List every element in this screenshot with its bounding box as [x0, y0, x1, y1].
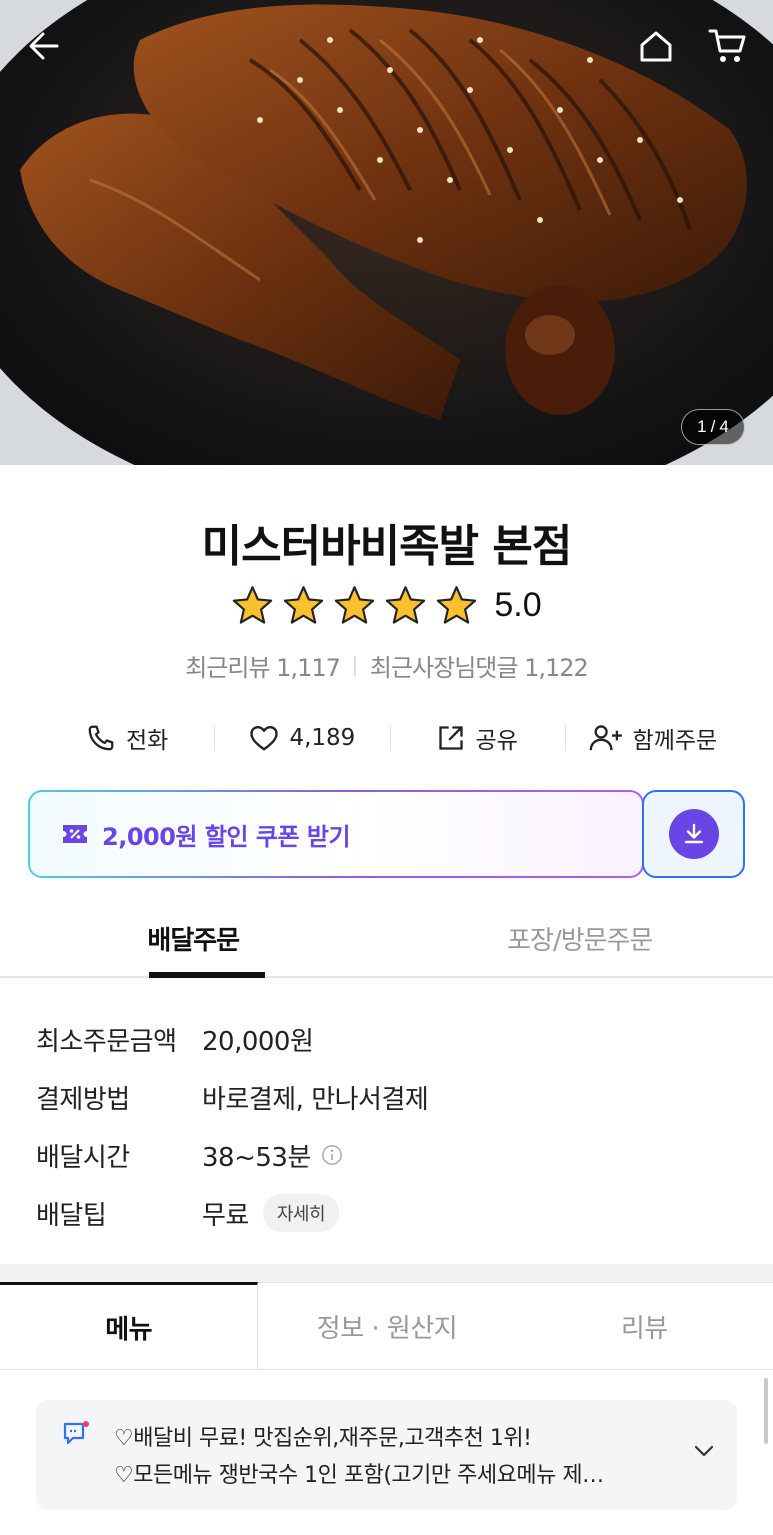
star-icon: [437, 586, 477, 624]
divider: [353, 655, 356, 676]
cart-button[interactable]: [704, 22, 752, 70]
chevron-down-icon[interactable]: [693, 1444, 715, 1458]
delivery-tip-label: 배달팁: [36, 1200, 107, 1231]
info-icon[interactable]: [321, 1144, 343, 1166]
home-button[interactable]: [632, 22, 680, 70]
payment-row: 결제방법 바로결제, 만나서결제: [36, 1068, 736, 1126]
share-icon: [439, 726, 464, 750]
tab-delivery-order-label: 배달주문: [147, 926, 240, 956]
notice-speech-icon: [63, 1421, 89, 1445]
delivery-tip-row: 배달팁 무료 자세히: [36, 1184, 736, 1242]
coupon-download-button[interactable]: [642, 790, 745, 878]
group-order-button[interactable]: 함께주문: [566, 721, 740, 755]
delivery-info: 최소주문금액 20,000원 결제방법 바로결제, 만나서결제 배달시간 38~…: [36, 1010, 736, 1242]
call-label: 전화: [125, 728, 169, 754]
coupon-icon: [63, 825, 87, 843]
payment-value: 바로결제, 만나서결제: [202, 1084, 429, 1115]
page-total: 4: [719, 417, 729, 436]
share-label: 공유: [475, 728, 518, 754]
delivery-tip-detail-button[interactable]: 자세히: [262, 1194, 340, 1232]
coupon-banner[interactable]: 2,000원 할인 쿠폰 받기: [28, 790, 644, 878]
delivery-time-label: 배달시간: [36, 1142, 130, 1173]
order-type-tabs: 배달주문 포장/방문주문: [0, 906, 773, 978]
call-button[interactable]: 전화: [40, 721, 214, 755]
active-tab-indicator: [149, 972, 265, 978]
heart-icon: [250, 725, 279, 751]
star-icon: [284, 586, 324, 624]
notice-line-1: ♡배달비 무료! 맛집순위,재주문,고객추천 1위!: [114, 1426, 532, 1451]
store-hero-image[interactable]: 1 / 4: [0, 0, 773, 465]
page-separator: /: [710, 417, 716, 436]
notice-line-2: ♡모든메뉴 쟁반국수 1인 포함(고기만 주세요메뉴 제…: [114, 1463, 604, 1488]
store-name: 미스터바비족발 본점: [201, 521, 573, 572]
tab-pickup-order[interactable]: 포장/방문주문: [387, 906, 773, 976]
recent-review-count: 최근리뷰 1,117: [185, 654, 341, 682]
notice-text: ♡배달비 무료! 맛집순위,재주문,고객추천 1위! ♡모든메뉴 쟁반국수 1인…: [114, 1420, 674, 1494]
star-icon: [335, 586, 375, 624]
owner-reply-count: 최근사장님댓글 1,122: [369, 654, 589, 682]
review-stats[interactable]: 최근리뷰 1,117 최근사장님댓글 1,122: [0, 648, 773, 683]
coupon-label: 2,000원 할인 쿠폰 받기: [102, 822, 351, 851]
phone-icon: [88, 725, 114, 751]
scrollbar[interactable]: [764, 1378, 768, 1444]
image-page-counter: 1 / 4: [681, 409, 745, 445]
payment-label: 결제방법: [36, 1084, 130, 1115]
delivery-tip-value-wrap: 무료 자세히: [202, 1194, 340, 1232]
tab-menu[interactable]: 메뉴: [0, 1282, 259, 1369]
arrow-left-icon: [29, 32, 59, 60]
like-count: 4,189: [289, 725, 356, 751]
download-circle: [668, 809, 719, 859]
content-tabs: 메뉴 정보 · 원산지 리뷰: [0, 1282, 773, 1370]
store-notice[interactable]: ♡배달비 무료! 맛집순위,재주문,고객추천 1위! ♡모든메뉴 쟁반국수 1인…: [36, 1400, 737, 1510]
cart-icon: [708, 29, 746, 62]
page-current: 1: [697, 417, 707, 436]
min-order-label: 최소주문금액: [36, 1026, 177, 1057]
share-button[interactable]: 공유: [391, 721, 565, 755]
delivery-tip-value: 무료: [202, 1200, 249, 1231]
star-icon: [233, 586, 273, 624]
back-button[interactable]: [20, 22, 68, 70]
home-icon: [640, 31, 672, 62]
download-icon: [684, 823, 703, 844]
min-order-value: 20,000원: [202, 1026, 314, 1057]
delivery-time-value: 38~53분: [202, 1142, 311, 1173]
delivery-time-value-wrap: 38~53분: [202, 1137, 343, 1174]
tab-delivery-order[interactable]: 배달주문: [0, 906, 387, 978]
delivery-time-row: 배달시간 38~53분: [36, 1126, 736, 1184]
like-button[interactable]: 4,189: [215, 724, 389, 752]
tab-pickup-order-label: 포장/방문주문: [507, 926, 653, 956]
section-divider: [0, 1264, 773, 1282]
tab-review[interactable]: 리뷰: [515, 1282, 773, 1369]
tab-info-origin[interactable]: 정보 · 원산지: [258, 1282, 516, 1369]
star-icon: [386, 586, 426, 624]
rating-row[interactable]: 5.0: [0, 584, 773, 627]
rating-value: 5.0: [494, 586, 542, 624]
group-order-label: 함께주문: [632, 728, 718, 754]
min-order-row: 최소주문금액 20,000원: [36, 1010, 736, 1068]
add-user-icon: [589, 725, 622, 751]
store-action-bar: 전화 4,189 공유 함께주문: [40, 712, 740, 764]
